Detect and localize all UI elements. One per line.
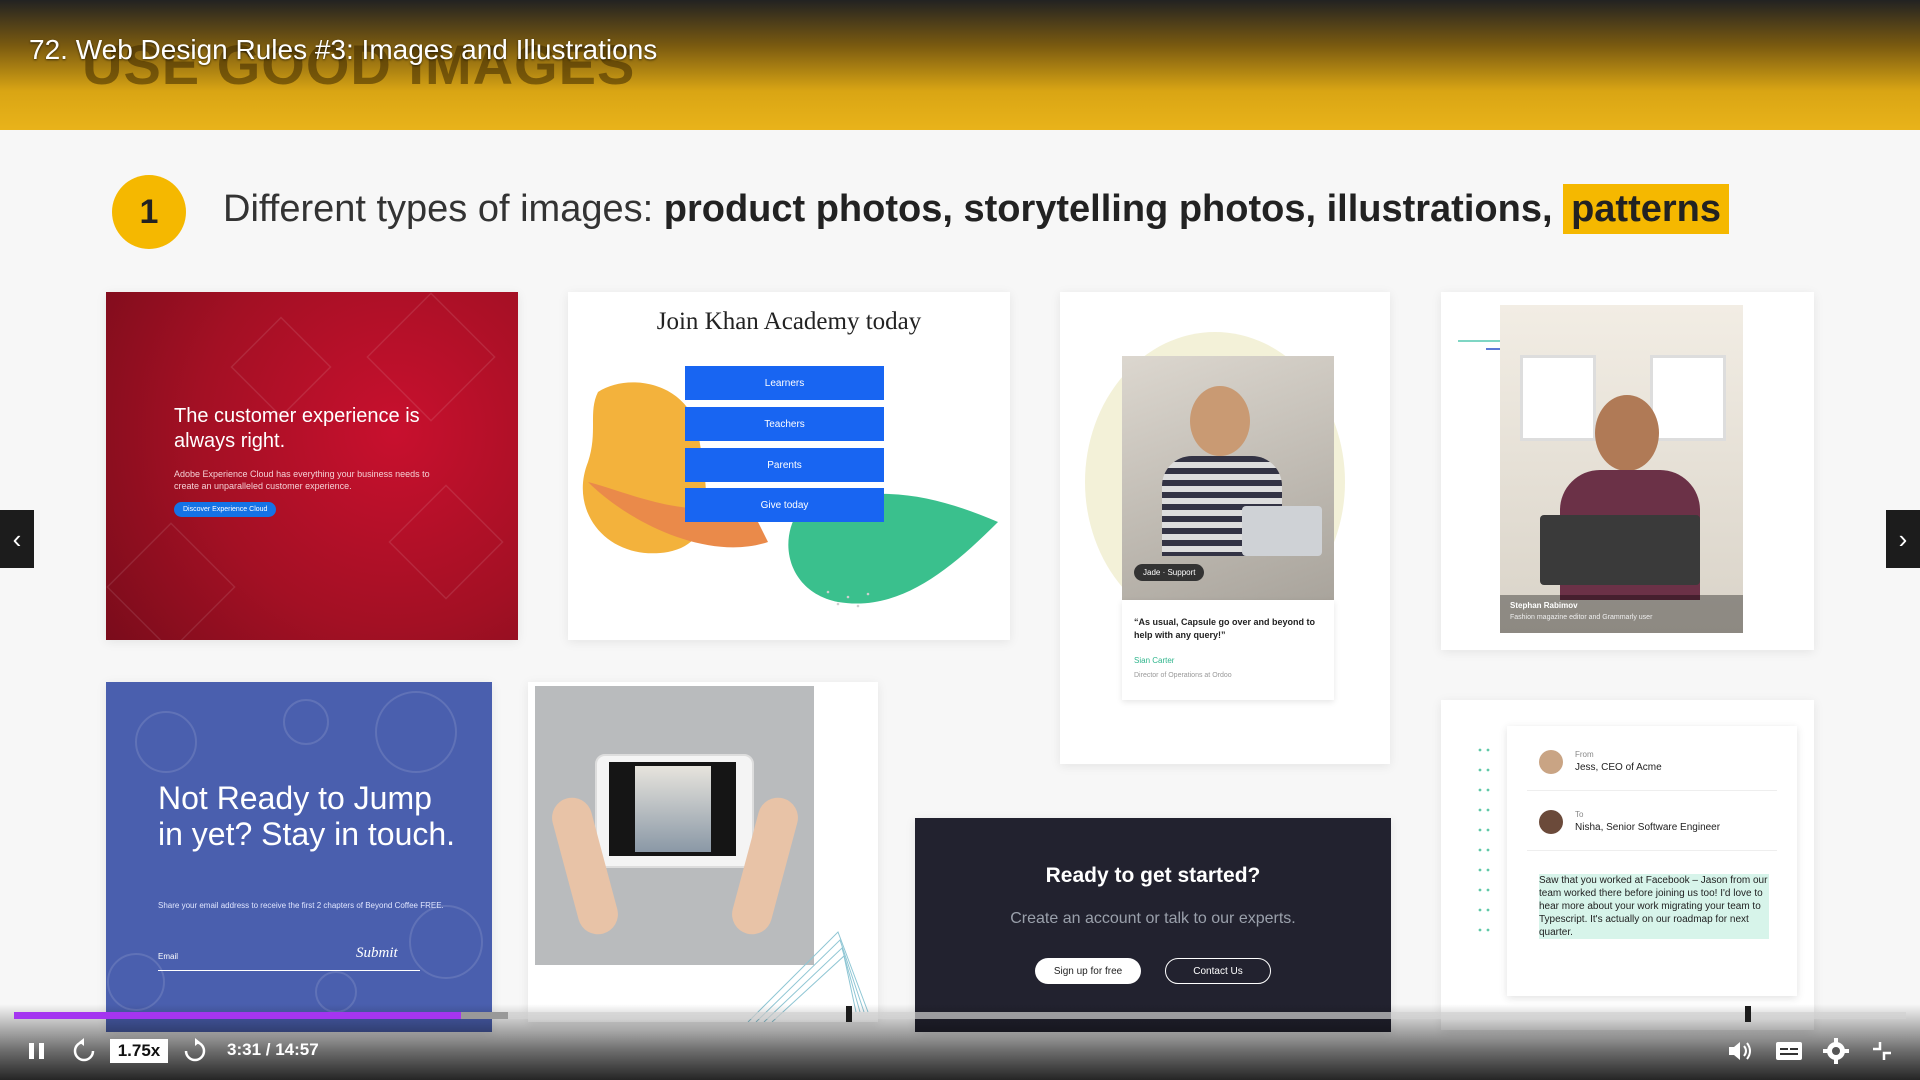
rewind-icon (73, 1038, 95, 1062)
captions-button[interactable] (1775, 1040, 1803, 1067)
rewind-button[interactable] (71, 1038, 97, 1069)
pause-icon (29, 1043, 44, 1059)
forward-button[interactable] (182, 1038, 208, 1069)
heading-intro: Different types of images: (223, 188, 664, 230)
time-display: 3:31 / 14:57 (227, 1040, 319, 1059)
to-label: To (1575, 810, 1584, 819)
grammarly-photo: Stephan Rabimov Fashion magazine editor … (1500, 305, 1743, 633)
email-dot-pattern (1478, 748, 1490, 932)
email-example-card: From Jess, CEO of Acme To Nisha, Senior … (1441, 700, 1814, 1030)
grammarly-role: Fashion magazine editor and Grammarly us… (1510, 614, 1653, 621)
khan-title: Join Khan Academy today (656, 308, 922, 335)
volume-button[interactable] (1726, 1039, 1754, 1068)
ready-title: Ready to get started? (1045, 864, 1261, 887)
coffee-subtitle: Share your email address to receive the … (158, 901, 444, 910)
capsule-quote-box: “As usual, Capsule go over and beyond to… (1122, 600, 1334, 700)
next-arrow-icon: › (1898, 523, 1908, 554)
slide-number-badge: 1 (112, 175, 186, 249)
forward-icon (184, 1038, 206, 1062)
slide-heading: Different types of images: product photo… (223, 184, 1729, 234)
playback-speed-button[interactable]: 1.75x (110, 1039, 168, 1063)
coffee-title: Not Ready to Jump in yet? Stay in touch. (158, 780, 456, 852)
chapter-marker[interactable] (846, 1006, 852, 1022)
email-window: From Jess, CEO of Acme To Nisha, Senior … (1507, 726, 1797, 996)
settings-icon (1823, 1038, 1849, 1064)
khan-example-card: Join Khan Academy today Learners Teacher… (568, 292, 1010, 640)
capsule-quote: “As usual, Capsule go over and beyond to… (1134, 617, 1316, 640)
to-name: Nisha, Senior Software Engineer (1575, 822, 1721, 833)
to-avatar (1539, 810, 1563, 834)
coffee-email-label: Email (158, 952, 179, 961)
coffee-submit-label: Submit (356, 945, 398, 961)
capsule-role: Director of Operations at Ordoo (1134, 672, 1232, 679)
capsule-name: Sian Carter (1134, 656, 1175, 665)
heading-highlight: patterns (1563, 184, 1729, 234)
volume-icon (1729, 1042, 1751, 1060)
adobe-subtitle: Adobe Experience Cloud has everything yo… (174, 469, 430, 491)
adobe-example-card: The customer experience is always right.… (106, 292, 518, 640)
khan-learners-button: Learners (685, 366, 884, 400)
ready-example-card: Ready to get started? Create an account … (915, 818, 1391, 1032)
settings-button[interactable] (1822, 1037, 1850, 1070)
capsule-photo: Jade · Support (1122, 356, 1334, 600)
ready-subtitle: Create an account or talk to our experts… (1010, 910, 1296, 927)
captions-icon (1776, 1042, 1802, 1060)
video-title: 72. Web Design Rules #3: Images and Illu… (29, 34, 658, 65)
fullscreen-icon (1873, 1042, 1891, 1060)
ready-signup-button: Sign up for free (1035, 958, 1141, 984)
tablet-example-card (528, 682, 878, 1022)
coffee-example-card: Not Ready to Jump in yet? Stay in touch.… (106, 682, 492, 1032)
coffee-email-underline (158, 970, 420, 971)
adobe-discover-button: Discover Experience Cloud (174, 502, 277, 517)
tablet-line-pattern (747, 931, 869, 1022)
prev-arrow-icon: ‹ (12, 523, 22, 554)
heading-bold: product photos, storytelling photos, ill… (663, 188, 1564, 230)
adobe-title: The customer experience is always right. (174, 405, 420, 452)
coffee-floral-pattern (107, 691, 483, 1013)
grammarly-example-card: Stephan Rabimov Fashion magazine editor … (1441, 292, 1814, 650)
prev-slide-button[interactable]: ‹ (0, 510, 34, 568)
capsule-tag: Jade · Support (1134, 564, 1205, 581)
from-label: From (1575, 750, 1594, 759)
capsule-example-card: Jade · Support “As usual, Capsule go ove… (1060, 292, 1390, 764)
adobe-pattern-graphic (106, 292, 504, 640)
khan-give-button: Give today (685, 488, 884, 522)
khan-teachers-button: Teachers (685, 407, 884, 441)
from-avatar (1539, 750, 1563, 774)
pause-button[interactable] (26, 1039, 48, 1068)
divider (1527, 850, 1777, 851)
fullscreen-button[interactable] (1870, 1039, 1894, 1068)
divider (1527, 790, 1777, 791)
chapter-marker[interactable] (1745, 1006, 1751, 1022)
next-slide-button[interactable]: › (1886, 510, 1920, 568)
progress-played (14, 1012, 461, 1019)
email-body: Saw that you worked at Facebook – Jason … (1539, 874, 1769, 939)
grammarly-name: Stephan Rabimov (1510, 601, 1578, 610)
from-name: Jess, CEO of Acme (1575, 762, 1662, 773)
ready-contact-button: Contact Us (1165, 958, 1271, 984)
khan-parents-button: Parents (685, 448, 884, 482)
